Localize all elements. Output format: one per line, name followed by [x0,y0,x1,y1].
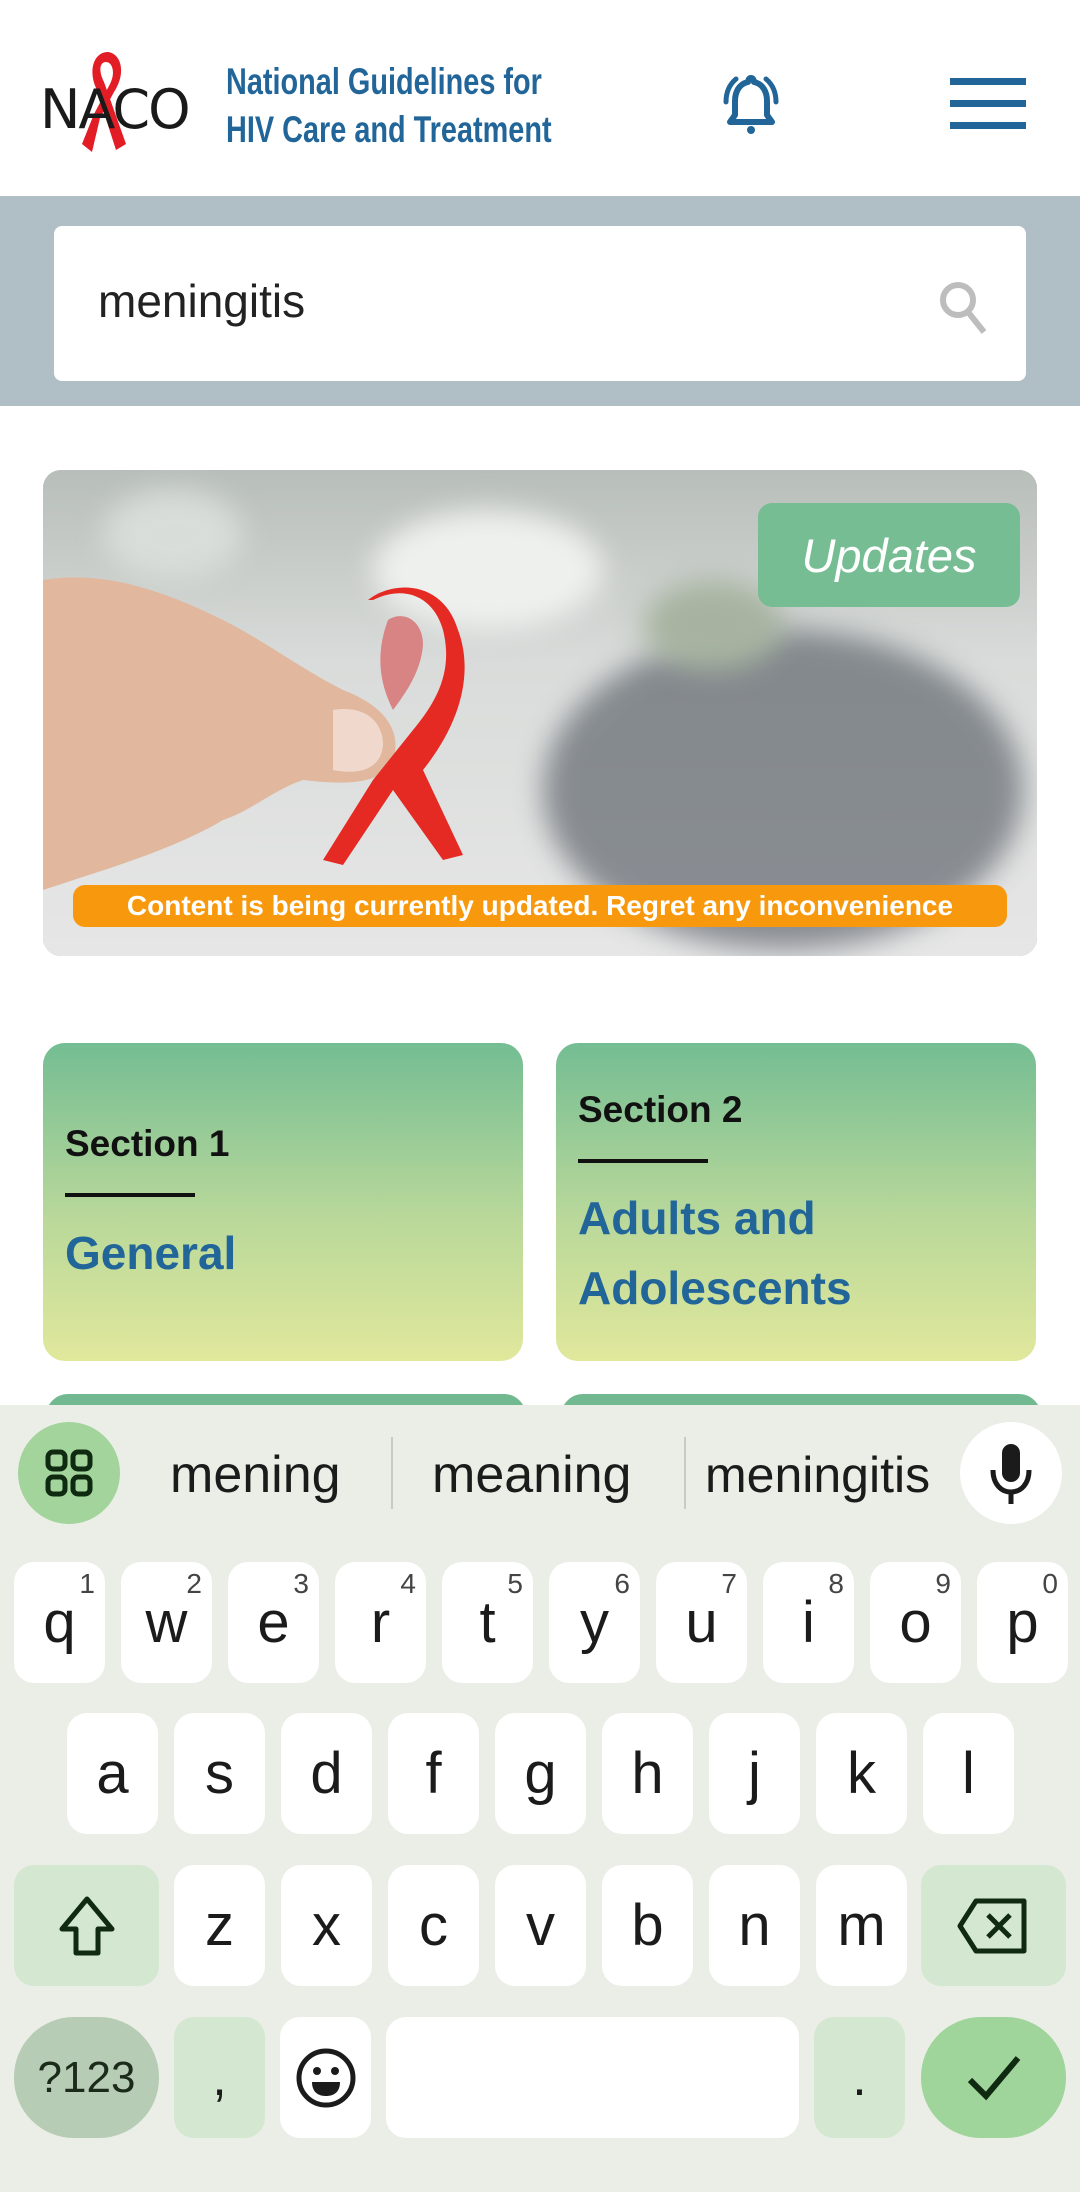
period-key[interactable]: . [814,2017,905,2138]
key-e[interactable]: e3 [228,1562,319,1683]
section-number: Section 1 [65,1123,230,1164]
section-card-1[interactable]: Section 1 General [43,1043,523,1361]
space-key[interactable] [386,2017,799,2138]
key-x[interactable]: x [281,1865,372,1986]
section-title-line: Adolescents [578,1262,852,1314]
key-z[interactable]: z [174,1865,265,1986]
key-label: y [580,1590,609,1655]
voice-input-button[interactable] [960,1422,1062,1524]
key-label: o [899,1590,932,1655]
update-notice: Content is being currently updated. Regr… [73,885,1007,927]
key-j[interactable]: j [709,1713,800,1834]
key-label: u [685,1590,718,1655]
key-r[interactable]: r4 [335,1562,426,1683]
key-number-hint: 1 [79,1568,95,1599]
notifications-button[interactable] [716,70,786,140]
keyboard-apps-button[interactable] [18,1422,120,1524]
key-c[interactable]: c [388,1865,479,1986]
section-title-line: General [65,1227,237,1279]
key-label: e [257,1590,290,1655]
app-title: National Guidelines for HIV Care and Tre… [226,58,552,154]
suggestion-item[interactable]: meaning [432,1435,631,1515]
search-icon[interactable] [934,276,994,336]
menu-line [950,100,1026,107]
key-i[interactable]: i8 [763,1562,854,1683]
hand-ribbon-image [43,577,465,890]
checkmark-icon [967,2055,1020,2100]
key-b[interactable]: b [602,1865,693,1986]
emoji-key[interactable] [280,2017,371,2138]
naco-logo: NACO [40,48,200,158]
key-number-hint: 2 [186,1568,202,1599]
section-divider [65,1193,195,1197]
comma-key[interactable]: , [174,2017,265,2138]
section-number: Section 2 [578,1089,743,1130]
key-number-hint: 0 [1042,1568,1058,1599]
search-bar-container [0,196,1080,406]
suggestion-item[interactable]: mening [170,1435,341,1515]
app-header: NACO National Guidelines for HIV Care an… [0,0,1080,196]
suggestion-item[interactable]: meningitis [705,1435,930,1515]
bell-icon [723,75,779,134]
search-input[interactable] [98,266,878,336]
hamburger-menu-icon [950,78,1026,85]
key-p[interactable]: p0 [977,1562,1068,1683]
emoji-icon [296,2048,355,2107]
menu-button[interactable] [950,78,1026,130]
key-l[interactable]: l [923,1713,1014,1834]
search-box[interactable] [54,226,1026,381]
backspace-icon [957,1898,1026,1953]
key-number-hint: 4 [400,1568,416,1599]
app-title-line1: National Guidelines for [226,61,542,102]
key-f[interactable]: f [388,1713,479,1834]
section-divider [578,1159,708,1163]
section-title: Adults and Adolescents [578,1183,852,1323]
key-number-hint: 8 [828,1568,844,1599]
backspace-key[interactable] [921,1865,1066,1986]
menu-line [950,122,1026,129]
key-k[interactable]: k [816,1713,907,1834]
key-q[interactable]: q1 [14,1562,105,1683]
key-m[interactable]: m [816,1865,907,1986]
key-u[interactable]: u7 [656,1562,747,1683]
key-number-hint: 7 [721,1568,737,1599]
key-label: r [370,1590,391,1655]
section-card-2[interactable]: Section 2 Adults and Adolescents [556,1043,1036,1361]
soft-keyboard: mening meaning meningitis q1w2e3r4t5y6u7… [0,1405,1080,2192]
key-d[interactable]: d [281,1713,372,1834]
key-label: w [145,1590,188,1655]
key-n[interactable]: n [709,1865,800,1986]
apps-grid-icon [45,1449,93,1497]
key-h[interactable]: h [602,1713,693,1834]
key-w[interactable]: w2 [121,1562,212,1683]
shift-arrow-icon [59,1896,114,1955]
key-o[interactable]: o9 [870,1562,961,1683]
suggestion-divider [684,1437,686,1509]
key-label: t [479,1590,496,1655]
app-title-line2: HIV Care and Treatment [226,109,552,150]
key-label: p [1006,1590,1039,1655]
logo-text: NACO [40,78,191,141]
updates-banner[interactable]: Updates Content is being currently updat… [43,470,1037,956]
key-y[interactable]: y6 [549,1562,640,1683]
key-a[interactable]: a [67,1713,158,1834]
key-v[interactable]: v [495,1865,586,1986]
key-label: i [802,1590,815,1655]
key-g[interactable]: g [495,1713,586,1834]
key-t[interactable]: t5 [442,1562,533,1683]
suggestion-divider [391,1437,393,1509]
shift-key[interactable] [14,1865,159,1986]
symbols-key[interactable]: ?123 [14,2017,159,2138]
key-number-hint: 9 [935,1568,951,1599]
key-label: q [43,1590,76,1655]
microphone-icon [990,1444,1032,1504]
key-number-hint: 3 [293,1568,309,1599]
key-number-hint: 5 [507,1568,523,1599]
updates-button[interactable]: Updates [758,503,1020,607]
section-title: General [65,1218,236,1288]
section-title-line: Adults and [578,1192,816,1244]
enter-key[interactable] [921,2017,1066,2138]
key-s[interactable]: s [174,1713,265,1834]
key-number-hint: 6 [614,1568,630,1599]
